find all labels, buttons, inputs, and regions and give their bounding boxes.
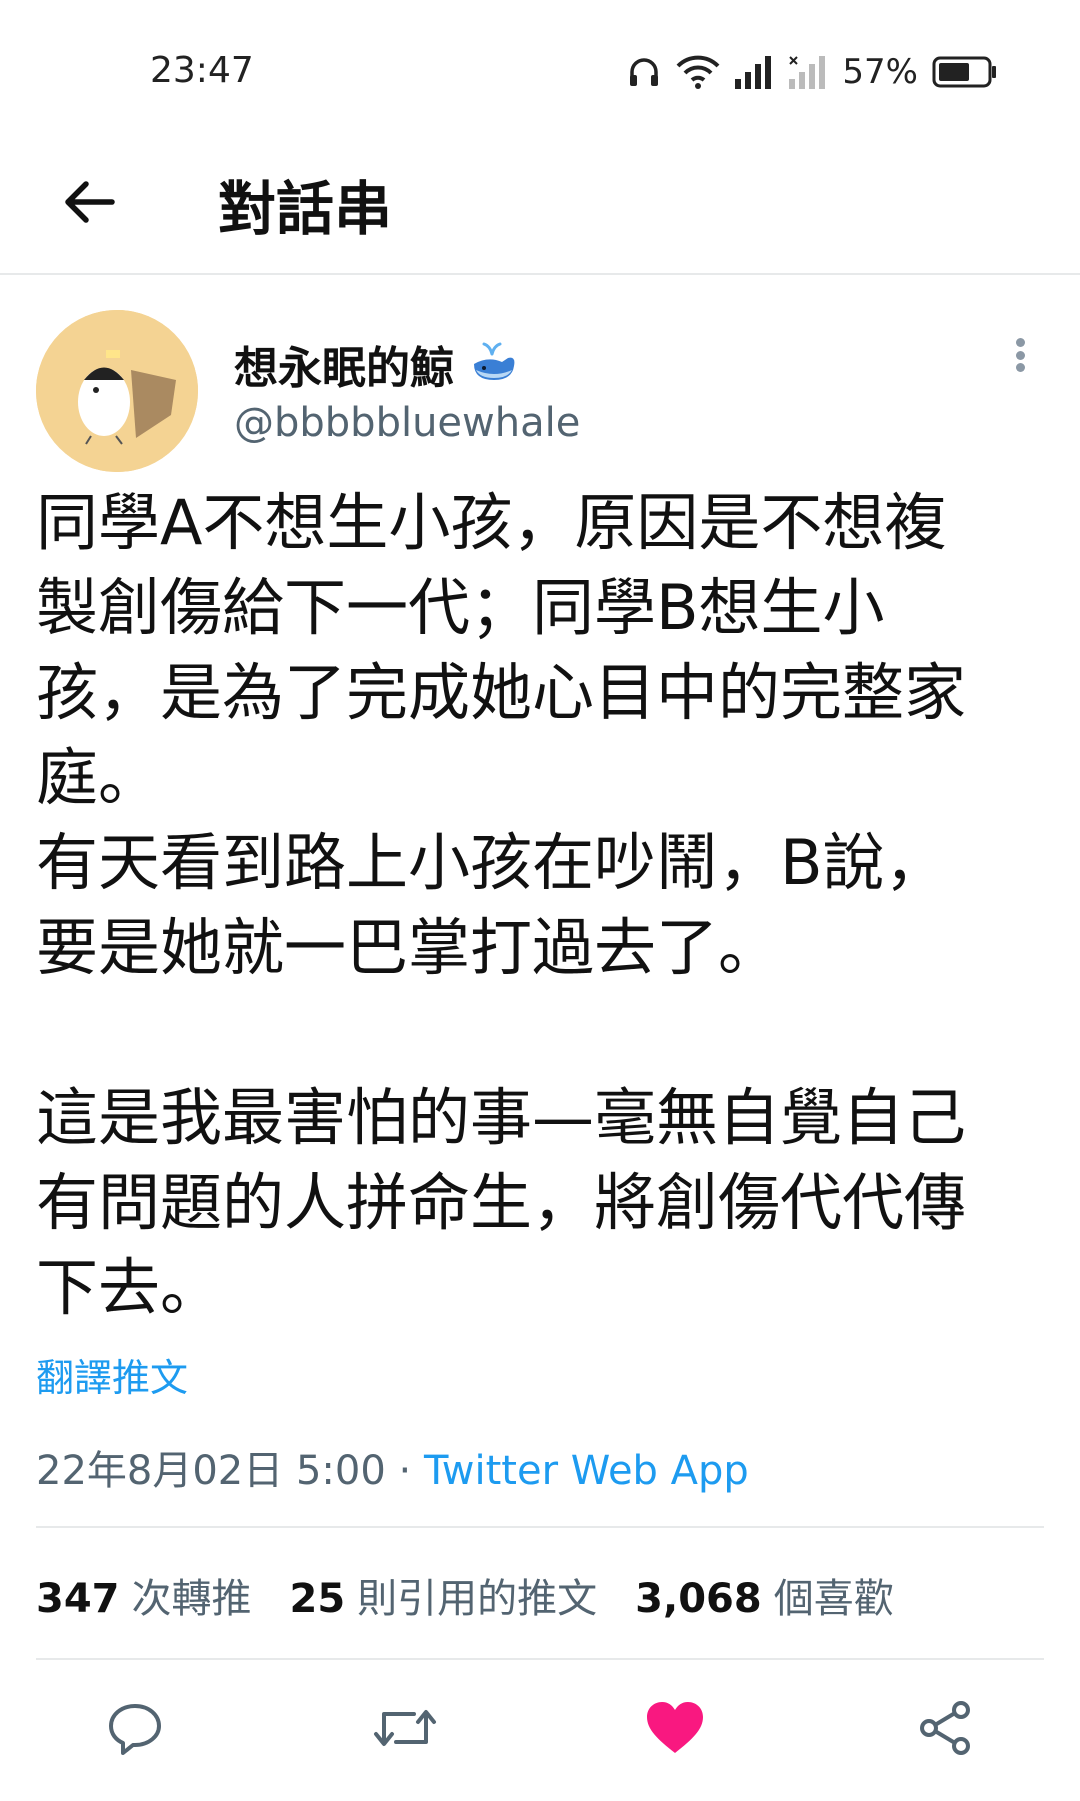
avatar[interactable] [36,310,198,472]
reply-button[interactable] [95,1690,175,1770]
status-icons: 57% [626,48,998,96]
tweet-text-line: 孩，是為了完成她心目中的完整家 [36,656,967,729]
whale-emoji-icon [468,340,520,388]
tweet-text-line: 同學A不想生小孩，原因是不想複 [36,486,947,559]
page-title: 對話串 [218,175,393,243]
wifi-icon [676,54,720,90]
divider [36,1526,1044,1528]
likes-stat[interactable]: 3,068 個喜歡 [635,1566,894,1624]
quotes-count: 25 [289,1576,346,1622]
headphones-icon [626,54,662,90]
likes-label: 個喜歡 [773,1576,894,1622]
retweets-count: 347 [36,1576,120,1622]
tweet-text-line: 這是我最害怕的事—毫無自覺自己 [36,1081,967,1154]
more-options-button[interactable] [1000,330,1040,380]
more-dot-icon [1015,350,1025,360]
source-app-link[interactable]: Twitter Web App [424,1448,749,1494]
divider [36,1658,1044,1660]
tweet-text-line: 有天看到路上小孩在吵鬧，B說， [36,826,947,899]
tweet-timestamp[interactable]: 22年8月02日 5:00 [36,1448,386,1494]
arrow-left-icon [60,178,116,230]
battery-icon [932,56,998,88]
battery-percent: 57% [842,52,918,92]
retweet-icon [370,1698,440,1762]
top-app-bar: 對話串 [0,140,1080,275]
meta-separator: · [385,1448,424,1494]
signal-icon [734,55,774,89]
tweet-stats: 347 次轉推 25 則引用的推文 3,068 個喜歡 [36,1566,894,1624]
retweets-stat[interactable]: 347 次轉推 [36,1566,252,1624]
share-icon [915,1698,975,1762]
author-handle[interactable]: @bbbbbluewhale [234,400,580,446]
likes-count: 3,068 [635,1576,762,1622]
more-dot-icon [1015,363,1025,372]
back-button[interactable] [52,168,124,240]
tweet-text-line: 有問題的人拼命生，將創傷代代傳 [36,1166,967,1239]
translate-tweet-link[interactable]: 翻譯推文 [36,1347,188,1402]
tweet-actions [0,1690,1080,1770]
like-button[interactable] [635,1690,715,1770]
share-button[interactable] [905,1690,985,1770]
no-signal-icon [788,55,828,89]
tweet-meta: 22年8月02日 5:00 · Twitter Web App [36,1438,749,1496]
tweet-text: 同學A不想生小孩，原因是不想複 製創傷給下一代；同學B想生小 孩，是為了完成她心… [36,480,1046,1330]
more-dot-icon [1015,338,1025,347]
quotes-label: 則引用的推文 [357,1576,598,1622]
like-icon [643,1699,707,1761]
reply-icon [105,1698,165,1762]
tweet-text-line: 要是她就一巴掌打過去了。 [36,911,781,984]
author-name-row[interactable]: 想永眠的鯨 [234,332,520,396]
tweet-text-line: 庭。 [36,741,161,814]
tweet-text-blank-line [36,990,1046,1075]
quotes-stat[interactable]: 25 則引用的推文 [290,1566,598,1624]
retweet-button[interactable] [365,1690,445,1770]
status-bar: 23:47 57% [0,0,1080,140]
tweet-text-line: 製創傷給下一代；同學B想生小 [36,571,885,644]
tweet-text-line: 下去。 [36,1251,223,1324]
retweets-label: 次轉推 [131,1576,252,1622]
status-time: 23:47 [150,50,254,91]
author-name[interactable]: 想永眠的鯨 [234,332,454,396]
